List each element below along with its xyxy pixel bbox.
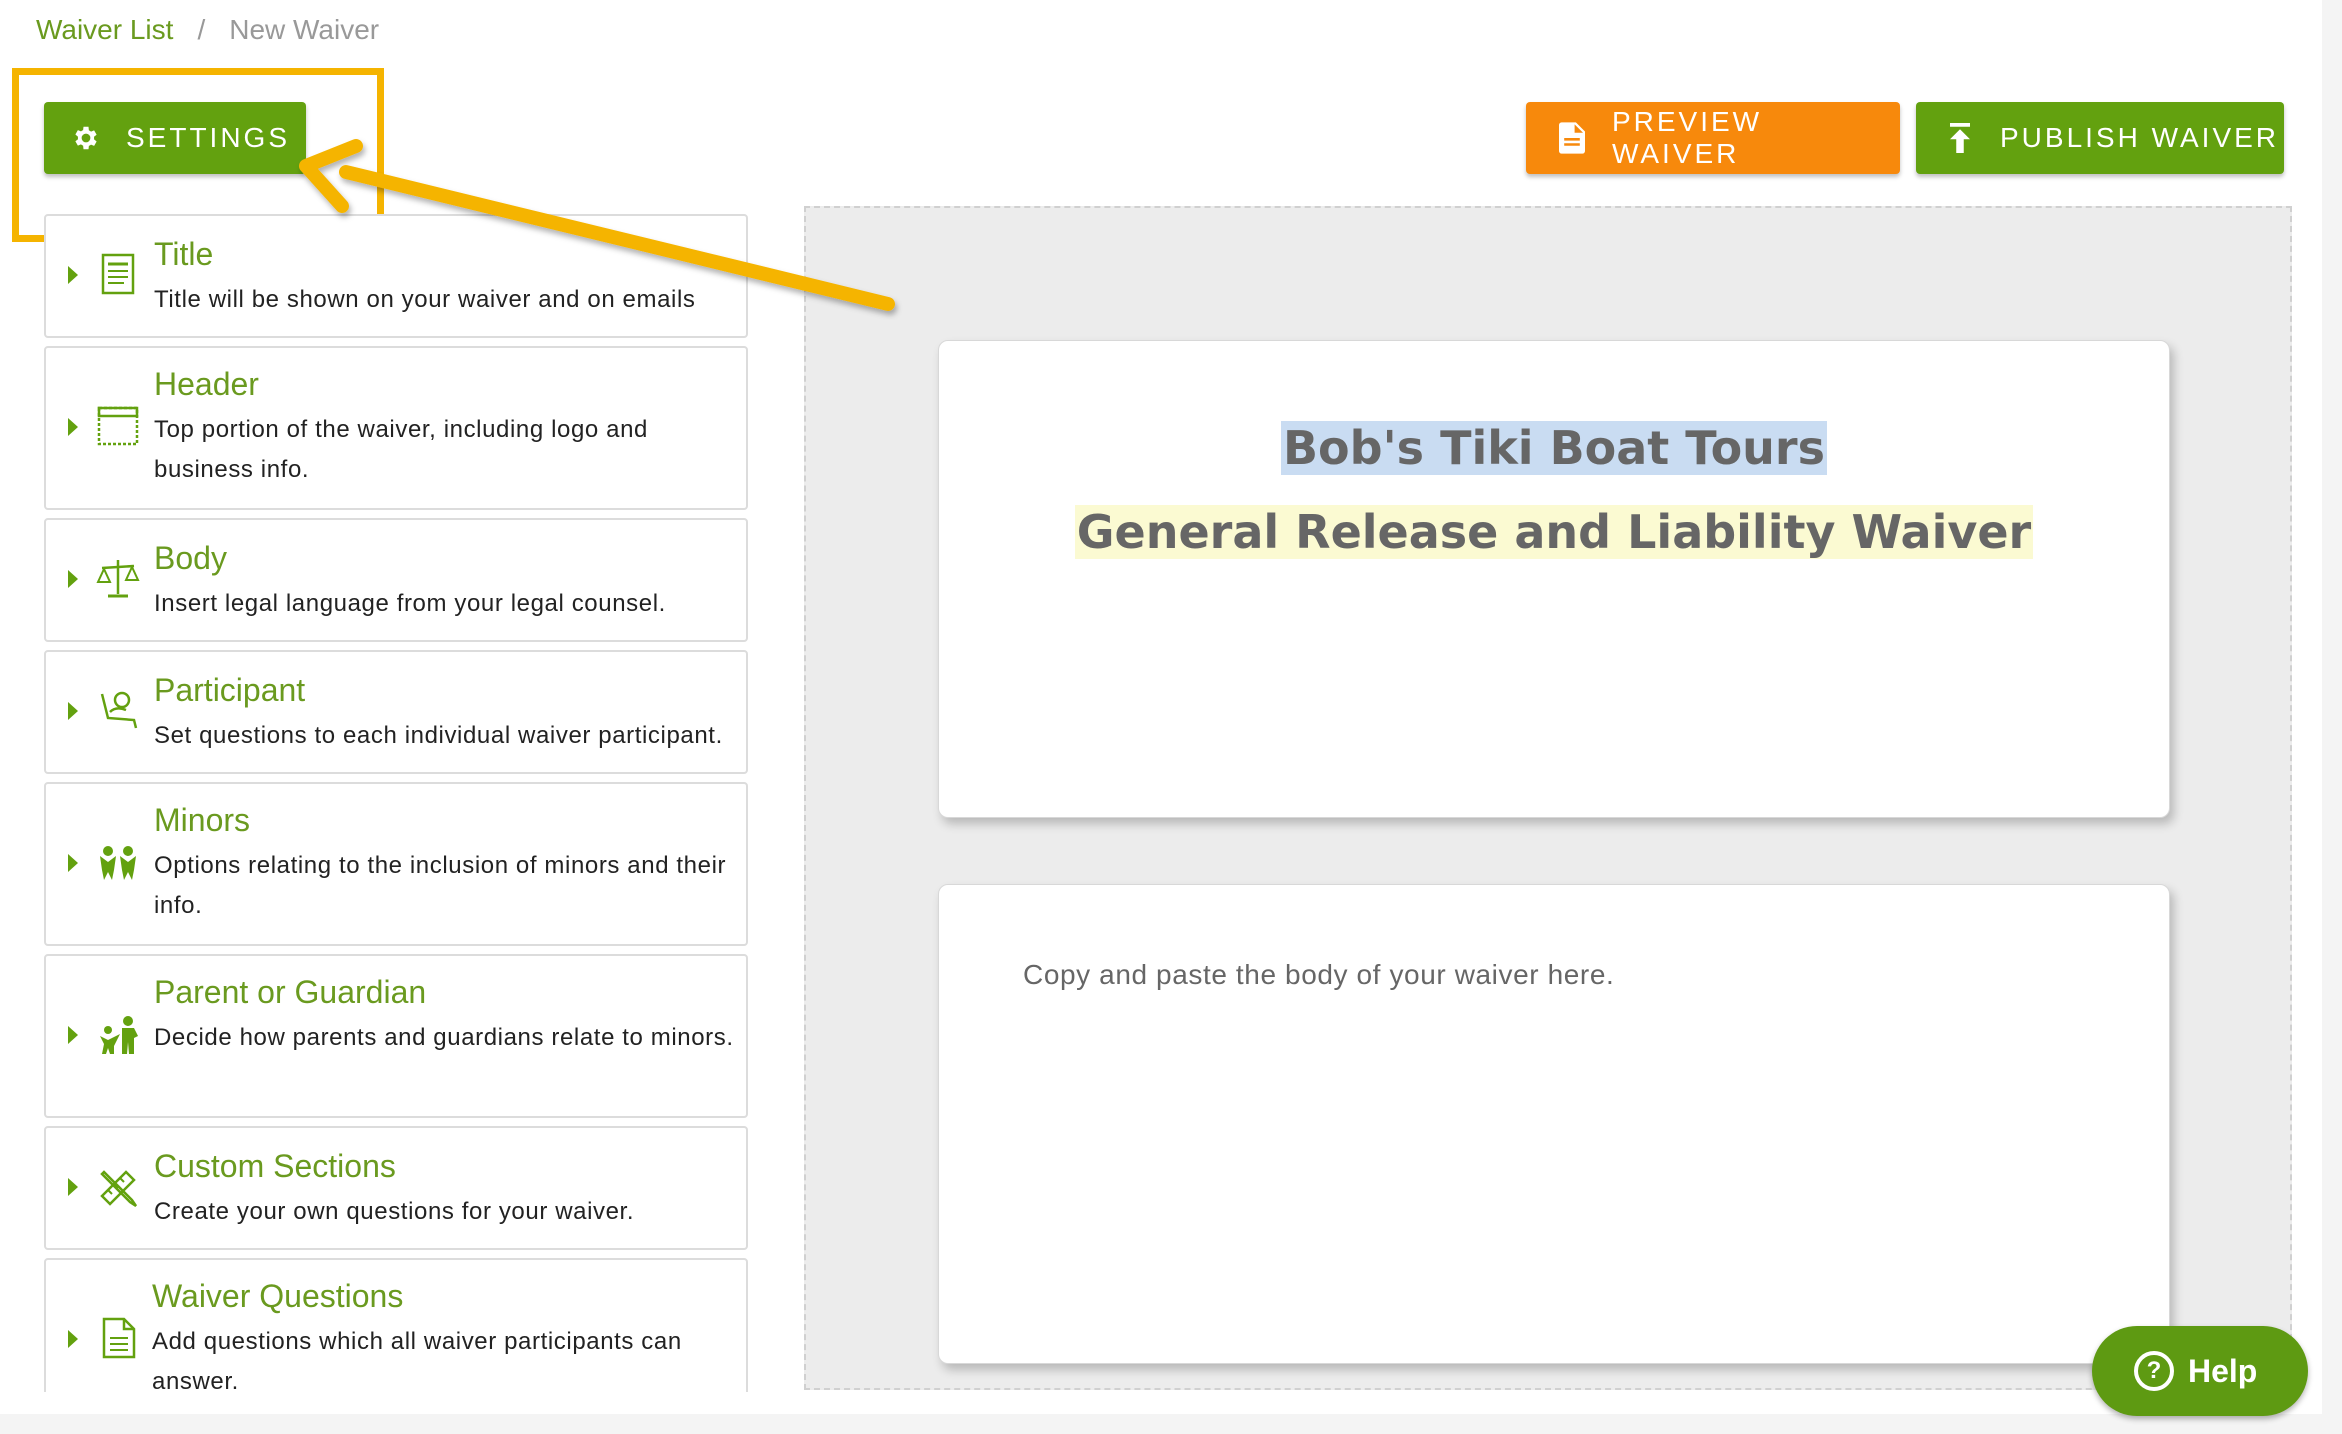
expand-caret-icon: [68, 1178, 78, 1196]
expand-caret-icon: [68, 854, 78, 872]
preview-waiver-label: PREVIEW WAIVER: [1611, 106, 1763, 169]
upload-icon: [1944, 122, 1976, 154]
expand-caret-icon: [68, 570, 78, 588]
sidebar-item-label: Participant: [154, 672, 306, 708]
waiver-header-section[interactable]: Bob's Tiki Boat Tours General Release an…: [938, 340, 2170, 818]
body-placeholder-text: Copy and paste the body of your waiver h…: [1023, 959, 1615, 990]
sidebar-item-label: Waiver Questions: [152, 1278, 404, 1314]
sidebar-item-description: Decide how parents and guardians relate …: [154, 1024, 734, 1051]
expand-caret-icon: [68, 266, 78, 284]
breadcrumb: Waiver List / New Waiver: [36, 14, 379, 46]
sidebar-item-parent-or-guardian[interactable]: Parent or Guardian Decide how parents an…: [44, 954, 748, 1118]
sidebar-item-description: Title will be shown on your waiver and o…: [154, 286, 696, 313]
page: Waiver List / New Waiver SETTINGS PREVIE…: [0, 0, 2322, 1414]
breadcrumb-current: New Waiver: [229, 14, 380, 45]
sidebar-item-custom-sections[interactable]: Custom Sections Create your own question…: [44, 1126, 748, 1250]
children-icon: [100, 846, 136, 880]
sidebar-item-participant[interactable]: Participant Set questions to each indivi…: [44, 650, 748, 774]
publish-waiver-label: PUBLISH WAIVER: [2000, 122, 2280, 153]
publish-waiver-button[interactable]: PUBLISH WAIVER: [1916, 102, 2284, 174]
sidebar-item-title[interactable]: Title Title will be shown on your waiver…: [44, 214, 748, 338]
file-lines-icon: [102, 1317, 136, 1359]
waiver-body-section[interactable]: Copy and paste the body of your waiver h…: [938, 884, 2170, 1364]
expand-caret-icon: [68, 1330, 78, 1348]
sidebar-item-body[interactable]: Body Insert legal language from your leg…: [44, 518, 748, 642]
question-circle-icon: ?: [2134, 1351, 2174, 1391]
waiver-title: General Release and Liability Waiver: [1074, 505, 2034, 559]
sidebar: Title Title will be shown on your waiver…: [44, 214, 748, 1392]
sidebar-item-label: Custom Sections: [154, 1148, 396, 1184]
expand-caret-icon: [68, 1026, 78, 1044]
scales-icon: [96, 560, 140, 598]
help-button[interactable]: ? Help: [2092, 1326, 2308, 1416]
document-icon: [101, 253, 135, 295]
sidebar-item-label: Body: [154, 540, 227, 576]
sidebar-item-description: Set questions to each individual waiver …: [154, 722, 723, 749]
sidebar-item-description: Insert legal language from your legal co…: [154, 590, 666, 617]
business-name: Bob's Tiki Boat Tours: [1281, 421, 1827, 475]
sidebar-item-header[interactable]: Header Top portion of the waiver, includ…: [44, 346, 748, 510]
preview-waiver-button[interactable]: PREVIEW WAIVER: [1526, 102, 1900, 174]
sidebar-item-label: Title: [154, 236, 214, 272]
sidebar-item-label: Minors: [154, 802, 251, 838]
sidebar-item-label: Header: [154, 366, 259, 402]
help-label: Help: [2188, 1352, 2258, 1389]
expand-caret-icon: [68, 702, 78, 720]
pencil-ruler-icon: [100, 1170, 138, 1208]
parent-child-icon: [100, 1016, 138, 1054]
sidebar-item-description: Options relating to the inclusion of min…: [154, 852, 727, 919]
breadcrumb-waiver-list[interactable]: Waiver List: [36, 14, 173, 46]
waiver-preview-canvas: Bob's Tiki Boat Tours General Release an…: [804, 206, 2292, 1390]
sidebar-item-label: Parent or Guardian: [154, 974, 427, 1010]
document-icon: [1556, 122, 1588, 154]
sidebar-item-waiver-questions[interactable]: Waiver Questions Add questions which all…: [44, 1258, 748, 1392]
sidebar-item-description: Add questions which all waiver participa…: [152, 1328, 682, 1392]
sidebar-item-description: Top portion of the waiver, including log…: [154, 416, 648, 483]
sidebar-item-description: Create your own questions for your waive…: [154, 1198, 635, 1225]
expand-caret-icon: [68, 418, 78, 436]
window-icon: [97, 406, 139, 446]
sidebar-item-minors[interactable]: Minors Options relating to the inclusion…: [44, 782, 748, 946]
breadcrumb-separator: /: [197, 14, 206, 45]
person-seat-icon: [100, 691, 138, 729]
